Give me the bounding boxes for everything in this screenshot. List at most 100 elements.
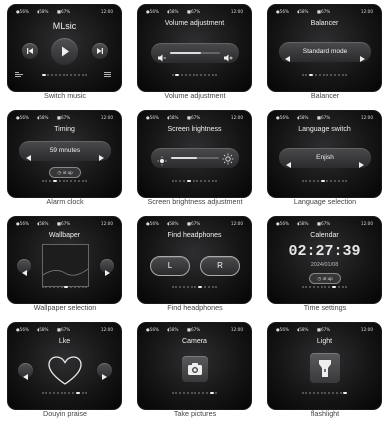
screen-title: Camera	[182, 338, 207, 345]
page-indicator	[268, 384, 381, 402]
volume-fill	[170, 52, 201, 54]
watch-screen: ●56% ◖58% ■67% 12:00 Language switch Enj…	[267, 110, 382, 198]
clock-time: 12:00	[230, 9, 243, 14]
watch-screen: ●56% ◖58% ■67% 12:00 Wallbaper	[7, 216, 122, 304]
clock-display: 02:27:39	[288, 243, 361, 260]
signal-icon: ◖58%	[297, 9, 309, 14]
camera-button[interactable]	[182, 356, 208, 382]
language-selector[interactable]: Enjish	[279, 148, 371, 168]
volume-track	[170, 52, 220, 54]
status-bar: ●56% ◖58% ■67% 12:00	[268, 327, 381, 334]
screen-title: Language switch	[298, 126, 351, 133]
screen-title: Volume adjustment	[164, 20, 225, 27]
next-track-icon[interactable]	[92, 43, 108, 59]
bluetooth-icon: ●56%	[146, 115, 159, 120]
watch-screen: ●56% ◖58% ■67% 12:00 Balancer Standard m…	[267, 4, 382, 92]
screen-title: Lke	[58, 338, 71, 345]
cell-language-selection: ●56% ◖58% ■67% 12:00 Language switch Enj…	[260, 106, 390, 212]
timer-value: 59 mnutes	[49, 147, 81, 154]
bluetooth-icon: ●56%	[146, 221, 159, 226]
bluetooth-icon: ●56%	[16, 115, 29, 120]
signal-icon: ◖58%	[167, 115, 179, 120]
signal-icon: ◖58%	[37, 9, 49, 14]
page-indicator	[8, 66, 121, 84]
watch-screen: ●56% ◖58% ■67% 12:00 Camera	[137, 322, 252, 410]
caption: Douyin praise	[43, 409, 87, 418]
headphones-battery-icon: ■67%	[187, 9, 201, 14]
bluetooth-icon: ●56%	[146, 9, 159, 14]
signal-icon: ◖58%	[297, 115, 309, 120]
right-arrow-icon[interactable]	[359, 155, 364, 173]
brightness-fill	[171, 157, 198, 159]
page-indicator	[268, 278, 381, 296]
status-bar: ●56% ◖58% ■67% 12:00	[268, 221, 381, 228]
flashlight-icon	[319, 360, 331, 377]
page-indicator	[138, 66, 251, 84]
right-earbud-button[interactable]: R	[200, 256, 240, 276]
headphones-battery-icon: ■67%	[317, 327, 331, 332]
right-arrow-icon[interactable]	[100, 259, 114, 276]
right-arrow-icon[interactable]	[360, 49, 365, 67]
mode-selector[interactable]: Standard mode	[279, 42, 371, 62]
language-value: Enjish	[316, 154, 334, 161]
caption: Take pictures	[173, 409, 217, 418]
watch-screen: ●56% ◖58% ■67% 12:00 Screen lrightness	[137, 110, 252, 198]
clock-time: 12:00	[360, 327, 373, 332]
page-indicator	[8, 172, 121, 190]
brightness-slider[interactable]	[151, 148, 239, 168]
caption: Balancer	[310, 91, 340, 100]
caption: Volume adjustment	[164, 91, 226, 100]
cell-time-settings: ●56% ◖58% ■67% 12:00 Calendar 02:27:39 2…	[260, 212, 390, 318]
volume-slider[interactable]	[151, 43, 239, 63]
page-indicator	[8, 384, 121, 402]
clock-time: 12:00	[230, 327, 243, 332]
watch-screen: ●56% ◖58% ■67% 12:00 Volume adjustment	[137, 4, 252, 92]
right-arrow-icon[interactable]	[99, 148, 104, 166]
left-arrow-icon[interactable]	[17, 259, 31, 276]
cell-volume-adjustment: ●56% ◖58% ■67% 12:00 Volume adjustment V…	[130, 0, 260, 106]
signal-icon: ◖58%	[37, 115, 49, 120]
screen-title: Screen lrightness	[167, 126, 222, 133]
headphones-battery-icon: ■67%	[57, 221, 71, 226]
status-bar: ●56% ◖58% ■67% 12:00	[268, 115, 381, 122]
watch-screen: ●56% ◖58% ■67% 12:00 Calendar 02:27:39 2…	[267, 216, 382, 304]
brightness-low-icon	[157, 153, 167, 171]
cell-find-headphones: ●56% ◖58% ■67% 12:00 Find headphones L R…	[130, 212, 260, 318]
clock-time: 12:00	[360, 115, 373, 120]
page-indicator	[138, 172, 251, 190]
clock-time: 12:00	[100, 9, 113, 14]
caption: Find headphones	[167, 303, 223, 312]
flashlight-button[interactable]	[310, 353, 340, 383]
right-arrow-icon[interactable]	[97, 363, 112, 380]
camera-icon	[188, 363, 202, 375]
bluetooth-icon: ●56%	[276, 327, 289, 332]
play-icon[interactable]	[51, 38, 78, 65]
brightness-high-icon	[222, 152, 234, 170]
headphones-battery-icon: ■67%	[317, 115, 331, 120]
timer-selector[interactable]: 59 mnutes	[19, 141, 111, 161]
status-bar: ●56% ◖58% ■67% 12:00	[138, 221, 251, 228]
bluetooth-icon: ●56%	[276, 221, 289, 226]
left-arrow-icon[interactable]	[18, 363, 33, 380]
left-earbud-button[interactable]: L	[150, 256, 190, 276]
headphones-battery-icon: ■67%	[317, 9, 331, 14]
caption: Language selection	[293, 197, 357, 206]
feature-grid: ●56% ◖58% ■67% 12:00 MLsic Switch music …	[0, 0, 390, 426]
signal-icon: ◖58%	[37, 327, 49, 332]
caption: Switch music	[44, 91, 86, 100]
status-bar: ●56% ◖58% ■67% 12:00	[138, 327, 251, 334]
watch-screen: ●56% ◖58% ■67% 12:00 Lke	[7, 322, 122, 410]
watch-screen: ●56% ◖58% ■67% 12:00 Light	[267, 322, 382, 410]
cell-douyin-praise: ●56% ◖58% ■67% 12:00 Lke Douyin praise	[0, 318, 130, 424]
bluetooth-icon: ●56%	[146, 327, 159, 332]
screen-title: Light	[316, 338, 333, 345]
headphones-battery-icon: ■67%	[187, 115, 201, 120]
previous-track-icon[interactable]	[22, 43, 38, 59]
cell-switch-music: ●56% ◖58% ■67% 12:00 MLsic Switch music	[0, 0, 130, 106]
screen-title: Find headphones	[167, 232, 222, 239]
headphones-battery-icon: ■67%	[57, 115, 71, 120]
date-display: 2024/01/08	[310, 262, 339, 268]
watch-screen: ●56% ◖58% ■67% 12:00 MLsic	[7, 4, 122, 92]
clock-time: 12:00	[230, 221, 243, 226]
mode-value: Standard mode	[302, 48, 348, 55]
